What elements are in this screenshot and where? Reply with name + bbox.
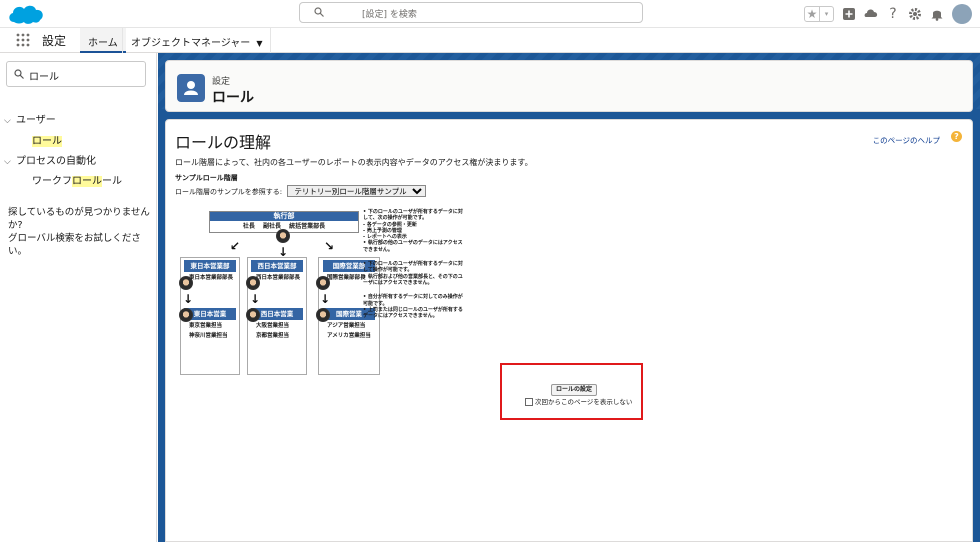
role-content: ロールの理解 このページのヘルプ ? ロール階層によって、社内の各ユーザーのレポ… (165, 119, 973, 542)
sidebar-item-label: プロセスの自動化 (16, 156, 96, 167)
person-icon (246, 276, 260, 290)
arrow-down-icon: ↓ (278, 245, 289, 259)
dept-title: 東日本営業部 (184, 260, 236, 272)
note-line: • 執行部および他の営業部長と、その下のユーザにはアクセスできません。 (363, 273, 463, 286)
global-actions-icon[interactable] (842, 7, 856, 21)
user-avatar[interactable] (952, 4, 972, 24)
set-up-roles-button[interactable]: ロールの設定 (551, 384, 598, 396)
arrow-down-left-icon: ↙ (230, 239, 241, 253)
arrow-down-icon: ↓ (250, 292, 261, 306)
bell-icon[interactable] (930, 7, 944, 21)
no-result-hint: 探しているものが見つかりませんか? グローバル検索をお試しください。 (8, 206, 156, 258)
search-placeholder: [設定] を検索 (362, 10, 417, 20)
sidebar-item-roles[interactable]: ロール (32, 132, 62, 147)
content-heading: ロールの理解 (175, 133, 272, 152)
app-name: 設定 (42, 34, 67, 48)
note-line: • 執行部の他のユーザのデータにはアクセスできません。 (363, 240, 463, 253)
quick-find-input[interactable]: ロール (6, 61, 146, 87)
setup-sidebar: ロール ⌵ ユーザー ロール ⌵ プロセスの自動化 ワークフロールール 探しているも… (0, 53, 157, 542)
role-hierarchy-diagram: 執行部 社長 副社長 統括営業部長 ↙ ↓ ↘ 東日本営業部 東日本営業部部長 … (179, 209, 463, 375)
role-setup-panel: ロールの設定 次回からこのページを表示しない (500, 363, 643, 420)
note-line: • 上司または同じロールのユーザが所有するデータにはアクセスできません。 (363, 306, 463, 320)
sample-select-label: ロール階層のサンプルを参照する: (175, 188, 283, 196)
help-icon[interactable]: ? (951, 131, 962, 142)
sample-hierarchy-select[interactable]: テリトリー別ロール階層サンプル (287, 185, 427, 197)
note-line: • 自分が所有するデータに対してのみ操作が可能です。 (363, 294, 463, 307)
app-launcher-icon[interactable] (16, 33, 30, 47)
arrow-down-icon: ↓ (183, 292, 194, 306)
gear-icon[interactable] (908, 7, 922, 21)
quick-find-value: ロール (29, 72, 59, 83)
favorites-button[interactable]: ★ ▾ (804, 6, 834, 22)
arrow-down-icon: ↓ (320, 292, 331, 306)
person-icon (276, 229, 290, 243)
help-link[interactable]: このページのヘルプ (873, 135, 940, 146)
app-navigation: 設定 ホーム オブジェクトマネージャー ▼ (0, 28, 980, 53)
trailhead-icon[interactable] (864, 7, 878, 21)
note-line: • 下のロールのユーザが所有するデータに対して、次の操作が可能です。 (363, 209, 463, 222)
dont-show-label: 次回からこのページを表示しない (535, 398, 633, 406)
sub-member: 京都営業担当 (256, 333, 290, 339)
person-icon (316, 276, 330, 290)
chevron-down-icon[interactable]: ⌵ (4, 157, 16, 167)
global-search-input[interactable]: [設定] を検索 (299, 2, 643, 23)
person-icon (246, 308, 260, 322)
global-header: [設定] を検索 ★ ▾ ? (0, 0, 980, 28)
tab-object-manager-label: オブジェクトマネージャー (131, 38, 251, 49)
sub-member: アジア営業担当 (327, 323, 366, 329)
arrow-down-right-icon: ↘ (324, 239, 335, 253)
sub-member: アメリカ営業担当 (327, 333, 371, 339)
note-line: • 下のロールのユーザが所有するデータに対して操作が可能です。 (363, 261, 463, 274)
sub-member: 東京営業担当 (189, 323, 223, 329)
no-result-line: 探しているものが見つかりませんか? (8, 207, 150, 231)
sub-member: 大阪営業担当 (256, 323, 290, 329)
search-icon (14, 69, 24, 79)
chevron-down-icon[interactable]: ⌵ (4, 116, 16, 126)
header-actions: ★ ▾ ? (804, 4, 972, 24)
hierarchy-notes: • 下のロールのユーザが所有するデータに対して、次の操作が可能です。 - 各デー… (363, 209, 463, 319)
breadcrumb[interactable]: 設定 (212, 74, 230, 87)
sidebar-item-label: ユーザー (16, 115, 56, 126)
chevron-down-icon[interactable]: ▾ (819, 7, 833, 21)
tab-home[interactable]: ホーム (80, 28, 126, 53)
person-icon (179, 308, 193, 322)
chevron-down-icon[interactable]: ▼ (256, 39, 262, 48)
description: ロール階層によって、社内の各ユーザーのレポートの表示内容やデータのアクセス権が決… (175, 158, 533, 167)
person-icon (179, 276, 193, 290)
sidebar-item-label-post: ール (102, 176, 122, 187)
dept-title: 西日本営業部 (251, 260, 303, 272)
sidebar-item-workflow-rules[interactable]: ワークフロールール (32, 172, 122, 187)
user-role-icon (177, 74, 205, 102)
help-icon[interactable]: ? (886, 7, 900, 21)
sidebar-item-label-pre: ワークフ (32, 176, 72, 187)
salesforce-logo[interactable] (6, 2, 46, 26)
star-icon[interactable]: ★ (805, 7, 819, 21)
tab-home-label: ホーム (88, 38, 118, 49)
sidebar-item-label-hl: ロール (72, 176, 102, 187)
page-header: 設定 ロール (165, 60, 973, 112)
sidebar-item-label: ロール (32, 136, 62, 147)
sample-heading: サンプルロール階層 (175, 174, 238, 182)
search-icon (314, 7, 324, 17)
no-result-line: グローバル検索をお試しください。 (8, 233, 141, 257)
exec-title: 執行部 (210, 212, 358, 221)
tab-object-manager[interactable]: オブジェクトマネージャー ▼ (122, 28, 272, 53)
page-title: ロール (212, 90, 254, 106)
sub-member: 神奈川営業担当 (189, 333, 228, 339)
sample-select-row: ロール階層のサンプルを参照する: テリトリー別ロール階層サンプル (175, 185, 427, 197)
sidebar-item-users[interactable]: ⌵ ユーザー (4, 111, 56, 126)
sidebar-item-process-automation[interactable]: ⌵ プロセスの自動化 (4, 152, 96, 167)
person-icon (316, 308, 330, 322)
dont-show-checkbox[interactable] (525, 398, 533, 406)
